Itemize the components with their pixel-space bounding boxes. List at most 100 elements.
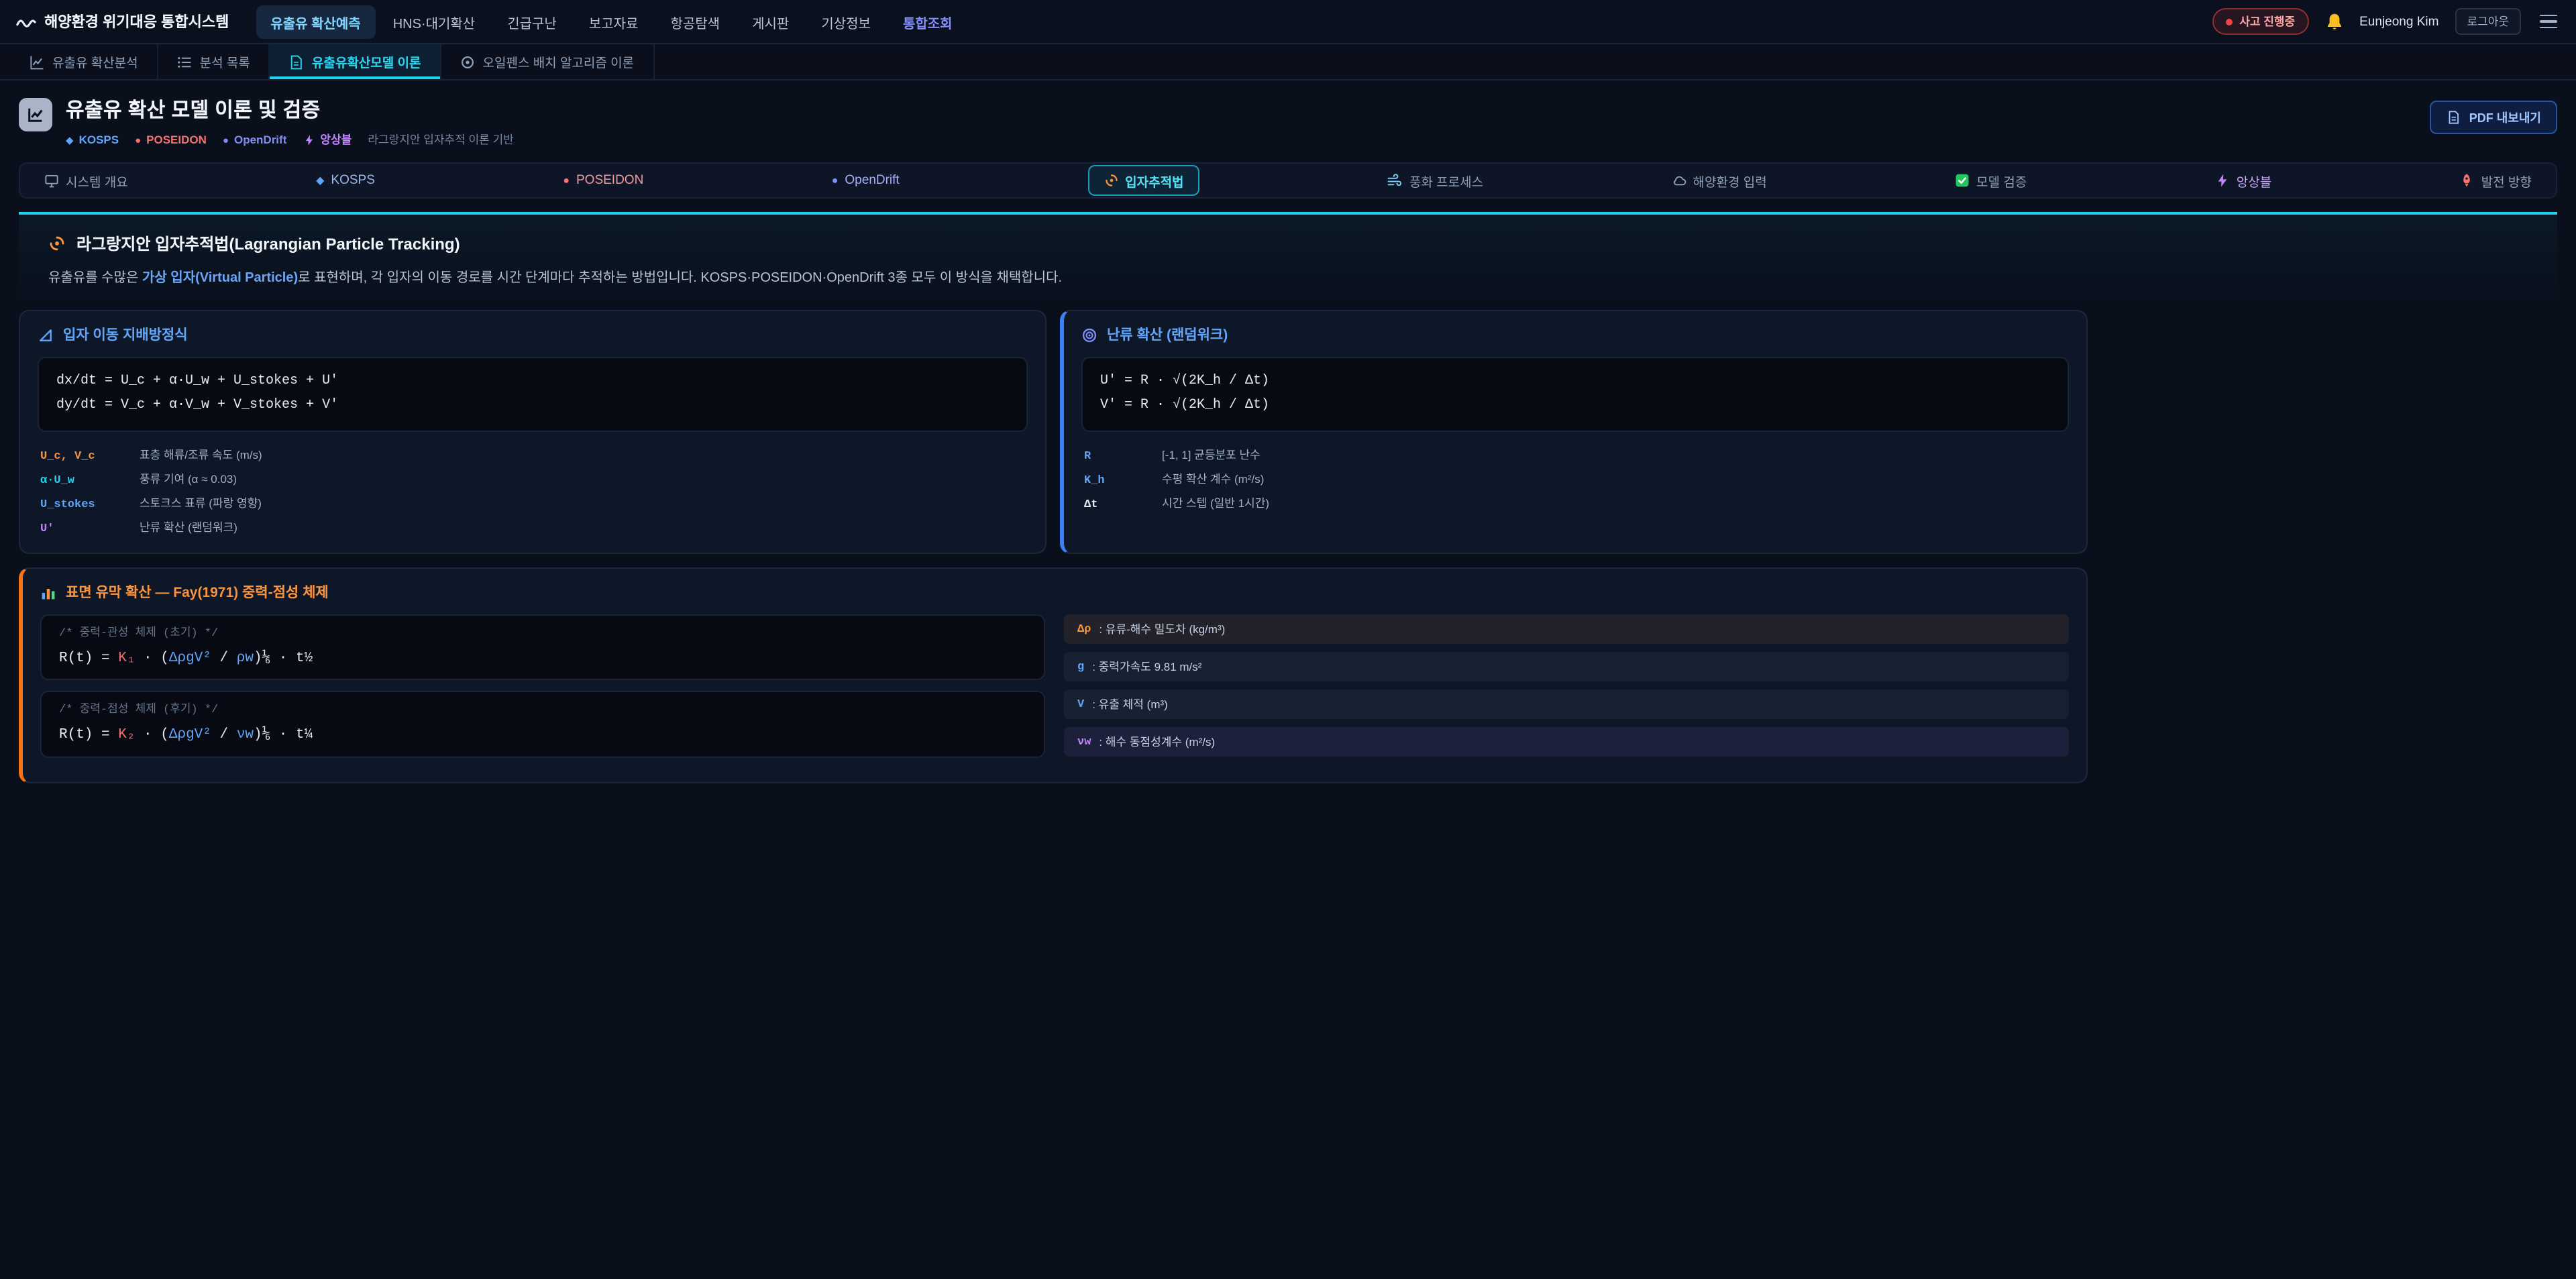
fay-formula: R(t) = K₂ · (ΔρgV² / νw)⅙ · t¼ (59, 724, 1026, 747)
logout-button[interactable]: 로그아웃 (2455, 8, 2521, 35)
fay-formula: R(t) = K₁ · (ΔρgV² / ρw)⅙ · t½ (59, 647, 1026, 670)
dot-icon: ● (135, 133, 141, 146)
theory-header: 라그랑지안 입자추적법(Lagrangian Particle Tracking… (19, 215, 2557, 304)
pdf-export-button[interactable]: PDF 내보내기 (2430, 101, 2557, 134)
legend-item: R [-1, 1] 균등분포 난수 (1084, 443, 2066, 467)
main-nav: 유출유 확산예측 HNS·대기확산 긴급구난 보고자료 항공탐색 게시판 기상정… (256, 5, 967, 38)
bolt-icon (303, 133, 315, 146)
equation-cards-row: 입자 이동 지배방정식 dx/dt = U_c + α·U_w + U_stok… (19, 310, 2088, 554)
page-header-text: 유출유 확산 모델 이론 및 검증 ◆KOSPS ●POSEIDON ●Open… (66, 95, 514, 148)
card-title: 난류 확산 (랜덤워크) (1081, 325, 2069, 345)
nav-item-hns-dispersion[interactable]: HNS·대기확산 (378, 5, 490, 38)
badge-poseidon: ●POSEIDON (135, 133, 207, 146)
section-nav-weathering[interactable]: 풍화 프로세스 (1388, 171, 1483, 190)
section-nav-particle-tracking[interactable]: 입자추적법 (1087, 165, 1199, 196)
navbar-right: 사고 진행중 Eunjeong Kim 로그아웃 (2212, 8, 2560, 35)
virtual-particle-highlight: 가상 입자(Virtual Particle) (142, 271, 298, 286)
page-icon (19, 98, 52, 131)
diamond-icon: ◆ (66, 133, 74, 146)
section-nav-model-validation[interactable]: 모델 검증 (1955, 171, 2027, 190)
badge-ensemble: 앙상블 (303, 131, 352, 148)
fay-spreading-card: 표면 유막 확산 — Fay(1971) 중력-점성 체제 /* 중력-관성 체… (19, 567, 2088, 783)
diamond-icon: ◆ (316, 174, 324, 186)
chart-line-icon (30, 54, 44, 69)
tab-oil-fence-algorithm-theory[interactable]: 오일펜스 배치 알고리즘 이론 (441, 44, 655, 79)
section-nav-ensemble[interactable]: 앙상블 (2215, 171, 2271, 190)
theory-title: 라그랑지안 입자추적법(Lagrangian Particle Tracking… (48, 232, 2528, 255)
app-logo: 해양환경 위기대응 통합시스템 (16, 11, 229, 32)
section-nav: 시스템 개요 ◆ KOSPS ● POSEIDON ● OpenDrift 입자… (19, 162, 2557, 199)
tab-label: 유출유 확산분석 (52, 52, 138, 71)
param-row: V : 유출 체적 (m³) (1064, 689, 2069, 719)
fay-parameters: Δρ : 유류-해수 밀도차 (kg/m³) g : 중력가속도 9.81 m/… (1064, 614, 2069, 769)
dot-icon: ● (223, 133, 229, 146)
nav-item-reports[interactable]: 보고자료 (574, 5, 653, 38)
nav-item-emergency-rescue[interactable]: 긴급구난 (492, 5, 572, 38)
wave-logo-icon (16, 11, 36, 32)
page-subtitle: 라그랑지안 입자추적 이론 기반 (368, 131, 514, 148)
page-header-left: 유출유 확산 모델 이론 및 검증 ◆KOSPS ●POSEIDON ●Open… (19, 95, 514, 148)
nav-item-oil-spill-forecast[interactable]: 유출유 확산예측 (256, 5, 375, 38)
governing-legend: U_c, V_c 표층 해류/조류 속도 (m/s) α·U_w 풍류 기여 (… (38, 443, 1028, 539)
card-title: 표면 유막 확산 — Fay(1971) 중력-점성 체제 (40, 582, 2069, 602)
tab-analysis-list[interactable]: 분석 목록 (158, 44, 270, 79)
turbulent-diffusion-card: 난류 확산 (랜덤워크) U' = R · √(2K_h / Δt) V' = … (1060, 310, 2088, 554)
badge-kosps: ◆KOSPS (66, 133, 119, 146)
section-nav-kosps[interactable]: ◆ KOSPS (316, 173, 375, 188)
tab-label: 오일펜스 배치 알고리즘 이론 (483, 52, 635, 71)
fay-formulas: /* 중력-관성 체제 (초기) */ R(t) = K₁ · (ΔρgV² /… (40, 614, 1045, 769)
tab-spill-analysis[interactable]: 유출유 확산분석 (11, 44, 158, 79)
target-icon (1081, 327, 1097, 343)
app-title: 해양환경 위기대응 통합시스템 (44, 11, 229, 32)
param-row: g : 중력가속도 9.81 m/s² (1064, 652, 2069, 681)
rocket-icon (2460, 173, 2475, 188)
legend-item: U_stokes 스토크스 표류 (파랑 영향) (40, 491, 1025, 515)
ring-icon (460, 54, 475, 69)
tab-diffusion-model-theory[interactable]: 유출유확산모델 이론 (270, 44, 441, 79)
random-walk-equation-block: U' = R · √(2K_h / Δt) V' = R · √(2K_h / … (1081, 357, 2069, 432)
nav-item-integrated-search[interactable]: 통합조회 (888, 5, 967, 38)
chart-glyph-icon (27, 106, 44, 123)
pdf-document-icon (2447, 110, 2461, 125)
section-nav-ocean-env-input[interactable]: 해양환경 입력 (1672, 171, 1767, 190)
bolt-icon (2215, 173, 2230, 188)
page-header: 유출유 확산 모델 이론 및 검증 ◆KOSPS ●POSEIDON ●Open… (0, 80, 2576, 160)
legend-item: Δt 시간 스텝 (일반 1시간) (1084, 491, 2066, 515)
section-nav-poseidon[interactable]: ● POSEIDON (563, 173, 643, 188)
monitor-icon (44, 173, 59, 188)
cloud-icon (1672, 173, 1686, 188)
cyclone-icon (48, 235, 66, 252)
nav-item-board[interactable]: 게시판 (737, 5, 804, 38)
bell-icon[interactable] (2324, 12, 2343, 31)
wind-icon (1388, 173, 1403, 188)
legend-item: K_h 수평 확산 계수 (m²/s) (1084, 467, 2066, 491)
badge-opendrift: ●OpenDrift (223, 133, 286, 146)
section-nav-future-direction[interactable]: 발전 방향 (2460, 171, 2532, 190)
legend-item: α·U_w 풍류 기여 (α ≈ 0.03) (40, 467, 1025, 491)
incident-status-label: 사고 진행중 (2239, 13, 2295, 30)
param-row: νw : 해수 동점성계수 (m²/s) (1064, 727, 2069, 757)
user-name: Eunjeong Kim (2359, 14, 2438, 29)
list-icon (177, 54, 192, 69)
fay-grid: /* 중력-관성 체제 (초기) */ R(t) = K₁ · (ΔρgV² /… (40, 614, 2069, 769)
app-viewport: 해양환경 위기대응 통합시스템 유출유 확산예측 HNS·대기확산 긴급구난 보… (0, 0, 2576, 1279)
dot-icon: ● (832, 174, 839, 186)
nav-item-weather[interactable]: 기상정보 (806, 5, 885, 38)
legend-item: U' 난류 확산 (랜덤워크) (40, 515, 1025, 539)
incident-status-badge: 사고 진행중 (2212, 8, 2308, 35)
section-nav-system-overview[interactable]: 시스템 개요 (44, 171, 128, 190)
document-icon (289, 54, 304, 69)
theory-section: 라그랑지안 입자추적법(Lagrangian Particle Tracking… (19, 212, 2557, 783)
bar-chart-icon (40, 584, 56, 600)
top-navbar: 해양환경 위기대응 통합시스템 유출유 확산예측 HNS·대기확산 긴급구난 보… (0, 0, 2576, 44)
legend-item: U_c, V_c 표층 해류/조류 속도 (m/s) (40, 443, 1025, 467)
governing-equation-block: dx/dt = U_c + α·U_w + U_stokes + U' dy/d… (38, 357, 1028, 432)
section-nav-opendrift[interactable]: ● OpenDrift (832, 173, 900, 188)
model-badges: ◆KOSPS ●POSEIDON ●OpenDrift 앙상블 라그랑지안 입자… (66, 131, 514, 148)
alert-dot-icon (2226, 18, 2233, 25)
tab-label: 분석 목록 (200, 52, 250, 71)
hamburger-menu-icon[interactable] (2537, 9, 2560, 34)
dot-icon: ● (563, 174, 570, 186)
check-box-icon (1955, 173, 1970, 188)
nav-item-aerial-search[interactable]: 항공탐색 (655, 5, 735, 38)
